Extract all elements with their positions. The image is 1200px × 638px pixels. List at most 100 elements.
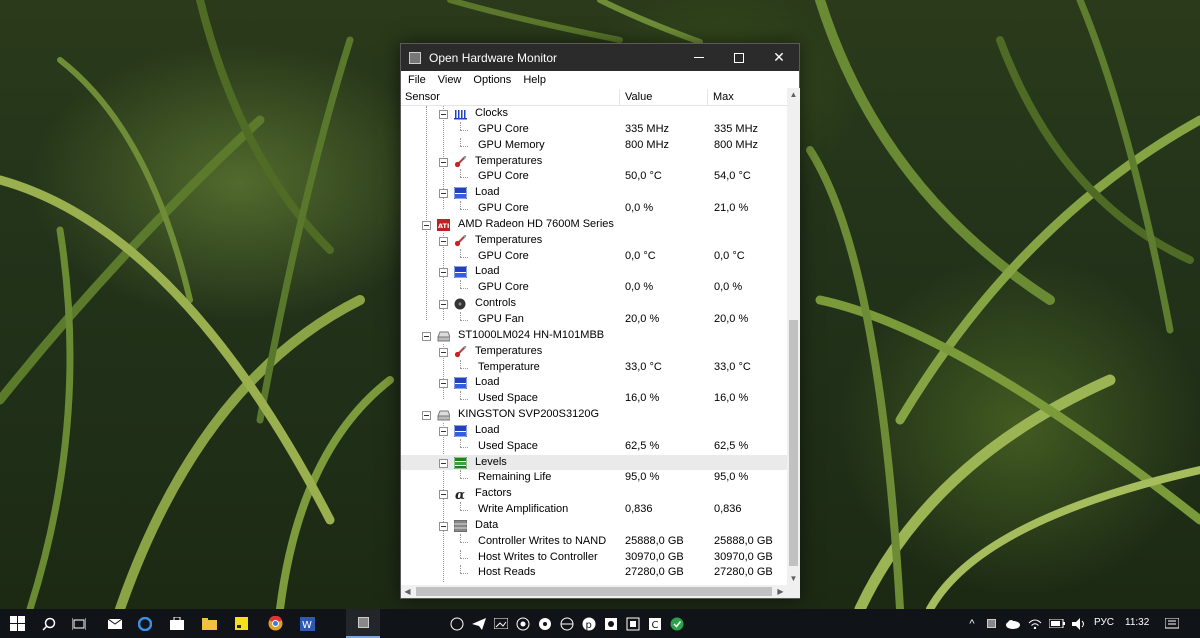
scroll-right-icon[interactable]: ▶ [774,585,787,598]
menu-help[interactable]: Help [522,74,551,86]
sensor-row[interactable]: Levels [401,454,787,471]
tray-battery[interactable] [1046,609,1068,638]
tray-chrome[interactable] [512,609,534,638]
collapse-icon[interactable] [439,379,448,389]
column-header-sensor[interactable]: Sensor [405,91,440,103]
collapse-icon[interactable] [439,268,448,278]
sensor-row[interactable]: GPU Core 50,0 °C 54,0 °C [401,169,787,185]
collapse-icon[interactable] [439,426,448,436]
collapse-icon[interactable] [439,236,448,246]
sensor-row[interactable]: GPU Core 335 MHz 335 MHz [401,121,787,138]
sensor-row[interactable]: GPU Fan 20,0 % 20,0 % [401,311,787,328]
taskbar-mail[interactable] [100,609,130,638]
collapse-icon[interactable] [439,110,448,119]
tray-telegram[interactable] [468,609,490,638]
collapse-icon[interactable] [422,331,431,341]
tray-photos[interactable] [490,609,512,638]
collapse-icon[interactable] [439,300,448,310]
taskbar-word[interactable]: W [292,609,322,638]
sensor-row[interactable]: GPU Memory 800 MHz 800 MHz [401,137,787,154]
column-header-value[interactable]: Value [625,91,652,103]
collapse-icon[interactable] [439,521,448,531]
tray-show-hidden[interactable]: ^ [962,609,982,638]
sensor-row[interactable]: Host Writes to Controller 30970,0 GB 30970… [401,549,787,566]
taskbar-chrome[interactable] [260,609,290,638]
scroll-down-icon[interactable]: ▼ [787,572,800,585]
language-indicator[interactable]: РУС [1094,617,1114,628]
tray-volume[interactable] [1068,609,1090,638]
taskbar-store[interactable] [162,609,192,638]
action-center-button[interactable] [1160,609,1184,638]
sensor-row[interactable]: ST1000LM024 HN-M101MBB [401,328,787,344]
scroll-up-icon[interactable]: ▲ [787,88,800,101]
sensor-row[interactable]: Remaining Life 95,0 % 95,0 % [401,470,787,486]
taskbar-edge[interactable] [130,609,160,638]
sensor-row[interactable]: Load [401,264,787,280]
maximize-button[interactable] [719,44,759,71]
tray-app-8[interactable] [600,609,622,638]
collapse-icon[interactable] [439,490,448,500]
vertical-scrollbar[interactable]: ▲ ▼ [787,88,800,585]
horizontal-scrollbar[interactable]: ◀ ▶ [401,585,787,598]
tray-app-9[interactable] [622,609,644,638]
start-button[interactable] [0,609,34,638]
close-button[interactable]: ✕ [759,44,799,71]
collapse-icon[interactable] [439,347,448,357]
tray-monitor[interactable] [982,609,1000,638]
tray-app-6[interactable] [556,609,578,638]
search-button[interactable] [34,609,64,638]
sensor-row[interactable]: Used Space 62,5 % 62,5 % [401,438,787,455]
collapse-icon[interactable] [439,189,448,199]
minimize-button[interactable] [679,44,719,71]
cloud-icon [1006,619,1020,629]
sensor-row[interactable]: α Factors [401,486,787,502]
tree-branch-line [460,367,468,369]
sensor-row[interactable]: Temperatures [401,344,787,360]
column-divider[interactable] [619,89,620,106]
sensor-row[interactable]: Used Space 16,0 % 16,0 % [401,391,787,407]
tray-network[interactable] [1024,609,1046,638]
collapse-icon[interactable] [439,157,448,167]
sensor-row[interactable]: Clocks [401,106,787,122]
menu-file[interactable]: File [407,74,431,86]
sensor-row[interactable]: GPU Core 0,0 °C 0,0 °C [401,248,787,265]
sensor-row[interactable]: Host Reads 27280,0 GB 27280,0 GB [401,565,787,581]
title-bar[interactable]: Open Hardware Monitor ✕ [401,44,799,71]
sensor-row[interactable]: Load [401,423,787,439]
scroll-left-icon[interactable]: ◀ [401,585,414,598]
taskbar-hardware-monitor[interactable] [346,609,380,638]
sensor-row[interactable]: Temperatures [401,154,787,170]
clock[interactable]: 11:32 [1125,617,1149,628]
column-header-max[interactable]: Max [713,91,734,103]
column-divider[interactable] [707,89,708,106]
sensor-row[interactable]: GPU Core 0,0 % 0,0 % [401,280,787,296]
sensor-row[interactable]: Load [401,375,787,391]
sensor-row[interactable]: GPU Core 0,0 % 21,0 % [401,201,787,217]
horizontal-scroll-thumb[interactable] [416,587,772,596]
collapse-icon[interactable] [439,458,448,468]
tray-app-1[interactable] [446,609,468,638]
sensor-row[interactable]: Temperatures [401,233,787,249]
sensor-row[interactable]: Data [401,518,787,534]
tray-onedrive[interactable] [1002,609,1024,638]
sensor-row[interactable]: ATI AMD Radeon HD 7600M Series [401,217,787,233]
vertical-scroll-thumb[interactable] [789,320,798,566]
collapse-icon[interactable] [422,411,431,421]
tray-app-7[interactable]: p [578,609,600,638]
tray-app-5[interactable] [534,609,556,638]
sensor-name: Temperatures [475,154,543,167]
sensor-row[interactable]: Load [401,185,787,201]
sensor-row[interactable]: KINGSTON SVP200S3120G [401,407,787,423]
sensor-row[interactable]: Write Amplification 0,836 0,836 [401,502,787,518]
task-view-button[interactable] [64,609,94,638]
taskbar-sticky[interactable] [226,609,256,638]
menu-options[interactable]: Options [472,74,516,86]
collapse-icon[interactable] [422,220,431,230]
sensor-row[interactable]: Controller Writes to NAND 25888,0 GB 25888… [401,533,787,550]
tray-app-10[interactable]: C [644,609,666,638]
tray-app-11[interactable] [666,609,688,638]
sensor-row[interactable]: Controls [401,296,787,312]
taskbar-explorer[interactable] [194,609,224,638]
menu-view[interactable]: View [437,74,467,86]
sensor-row[interactable]: Temperature 33,0 °C 33,0 °C [401,359,787,376]
